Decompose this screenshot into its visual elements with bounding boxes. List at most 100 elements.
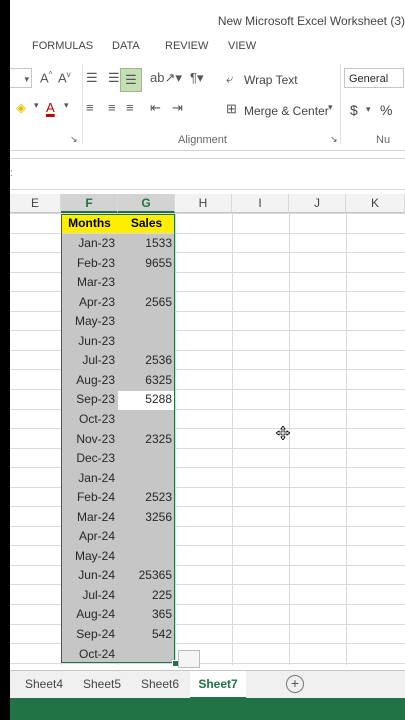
cell-sales[interactable]: 6325 <box>118 371 175 390</box>
increase-font-icon[interactable]: A^ <box>40 70 52 85</box>
sheet-tab-bar: Sheet4 Sheet5 Sheet6 Sheet7 + <box>10 670 405 699</box>
cell-month[interactable]: Mar-24 <box>61 508 118 527</box>
orientation-icon[interactable]: ab↗▾ <box>150 70 182 86</box>
cell-month[interactable]: Aug-23 <box>61 371 118 390</box>
cell-month[interactable]: Feb-24 <box>61 488 118 507</box>
cell-sales[interactable]: 2325 <box>118 430 175 449</box>
cell-sales[interactable]: 25365 <box>118 566 175 585</box>
ribbon-separator <box>340 64 341 144</box>
cell-sales[interactable] <box>118 547 175 566</box>
align-top-icon[interactable]: ☰ <box>86 70 98 86</box>
grid-column-line <box>175 213 176 665</box>
column-header-j[interactable]: J <box>289 194 346 213</box>
wrap-text-icon[interactable]: ⤶ <box>226 71 233 87</box>
cell-sales[interactable]: 3256 <box>118 508 175 527</box>
cell-sales[interactable] <box>118 449 175 468</box>
decrease-font-icon[interactable]: Av <box>58 70 71 85</box>
cell-sales[interactable] <box>118 332 175 351</box>
formula-bar-edge-icon: : <box>10 168 13 179</box>
align-center-icon[interactable]: ≡ <box>108 100 116 115</box>
align-middle-icon[interactable]: ☰ <box>108 70 120 86</box>
cell-sales[interactable]: 2523 <box>118 488 175 507</box>
formula-bar[interactable]: : <box>10 158 405 190</box>
column-header-f[interactable]: F <box>61 194 118 213</box>
sheet-tab-sheet6[interactable]: Sheet6 <box>132 671 188 697</box>
cell-sales[interactable] <box>118 312 175 331</box>
sheet-tab-sheet4[interactable]: Sheet4 <box>16 671 72 697</box>
cell-month[interactable]: Dec-23 <box>61 449 118 468</box>
column-header-e[interactable]: E <box>10 194 61 213</box>
cell-sales[interactable] <box>118 645 175 664</box>
font-dialog-launcher-icon[interactable]: ↘ <box>70 134 78 145</box>
number-group-label: Nu <box>376 134 391 146</box>
font-color-icon[interactable]: A <box>46 100 55 115</box>
cell-month[interactable]: Feb-23 <box>61 254 118 273</box>
alignment-dialog-launcher-icon[interactable]: ↘ <box>330 134 338 145</box>
align-right-icon[interactable]: ≡ <box>126 100 134 115</box>
tab-view[interactable]: VIEW <box>228 40 256 52</box>
align-bottom-icon[interactable]: ☰ <box>120 68 142 92</box>
column-header-h[interactable]: H <box>175 194 232 213</box>
fill-color-dropdown-icon[interactable]: ▾ <box>34 100 39 111</box>
cell-month[interactable]: Apr-23 <box>61 293 118 312</box>
column-header-k[interactable]: K <box>346 194 405 213</box>
cell-month[interactable]: Apr-24 <box>61 527 118 546</box>
cell-sales[interactable] <box>118 410 175 429</box>
font-color-dropdown-icon[interactable]: ▾ <box>64 100 69 111</box>
title-bar: New Microsoft Excel Worksheet (3) <box>10 0 405 36</box>
number-format-dropdown[interactable]: General <box>344 68 404 88</box>
font-size-dropdown[interactable]: ▾ <box>10 68 32 88</box>
grid-column-line <box>346 213 347 665</box>
cell-month[interactable]: Jun-23 <box>61 332 118 351</box>
cell-month[interactable]: Aug-24 <box>61 605 118 624</box>
cell-sales[interactable]: 542 <box>118 625 175 644</box>
cell-sales[interactable]: 9655 <box>118 254 175 273</box>
increase-indent-icon[interactable]: ⇥ <box>172 100 183 116</box>
cell-sales[interactable]: 2536 <box>118 351 175 370</box>
sheet-tab-sheet5[interactable]: Sheet5 <box>74 671 130 697</box>
currency-dropdown-icon[interactable]: ▾ <box>366 104 371 115</box>
cell-month[interactable]: Jan-23 <box>61 234 118 253</box>
cell-month[interactable]: Nov-23 <box>61 430 118 449</box>
cell-month[interactable]: Oct-23 <box>61 410 118 429</box>
cell-month[interactable]: Jun-24 <box>61 566 118 585</box>
cell-sales[interactable]: 365 <box>118 605 175 624</box>
cell-sales[interactable]: 225 <box>118 586 175 605</box>
add-sheet-icon[interactable]: + <box>286 675 304 693</box>
left-black-bar <box>0 0 10 720</box>
cell-month[interactable]: Jul-24 <box>61 586 118 605</box>
percent-button[interactable]: % <box>380 102 392 118</box>
sheet-tab-sheet7[interactable]: Sheet7 <box>190 671 246 699</box>
cell-month[interactable]: Jul-23 <box>61 351 118 370</box>
cell-month[interactable]: Sep-24 <box>61 625 118 644</box>
column-header-g[interactable]: G <box>118 194 175 213</box>
merge-center-icon[interactable]: ⊞ <box>226 101 237 117</box>
cell-sales[interactable]: 1533 <box>118 234 175 253</box>
cell-sales[interactable] <box>118 273 175 292</box>
cell-month[interactable]: Oct-24 <box>61 645 118 664</box>
cell-sales[interactable] <box>118 527 175 546</box>
quick-analysis-icon[interactable] <box>178 650 200 668</box>
fill-color-icon[interactable]: ◈ <box>16 100 26 116</box>
tab-data[interactable]: DATA <box>112 40 140 52</box>
merge-dropdown-icon[interactable]: ▾ <box>328 102 333 113</box>
tab-review[interactable]: REVIEW <box>165 40 208 52</box>
header-months[interactable]: Months <box>61 214 118 233</box>
cell-month[interactable]: Mar-23 <box>61 273 118 292</box>
decrease-indent-icon[interactable]: ⇤ <box>150 100 161 116</box>
cell-sales[interactable]: 2565 <box>118 293 175 312</box>
cell-month[interactable]: May-24 <box>61 547 118 566</box>
tab-formulas[interactable]: FORMULAS <box>32 40 93 52</box>
column-header-i[interactable]: I <box>232 194 289 213</box>
align-left-icon[interactable]: ≡ <box>86 100 94 115</box>
header-sales[interactable]: Sales <box>118 214 175 233</box>
cell-sales[interactable] <box>118 469 175 488</box>
cell-month[interactable]: Sep-23 <box>61 390 118 409</box>
currency-button[interactable]: $ <box>350 102 358 118</box>
merge-center-button[interactable]: Merge & Center <box>244 104 329 118</box>
text-direction-icon[interactable]: ¶▾ <box>190 70 204 86</box>
cell-sales[interactable]: 5288 <box>118 390 175 409</box>
wrap-text-button[interactable]: Wrap Text <box>244 73 298 87</box>
cell-month[interactable]: May-23 <box>61 312 118 331</box>
cell-month[interactable]: Jan-24 <box>61 469 118 488</box>
